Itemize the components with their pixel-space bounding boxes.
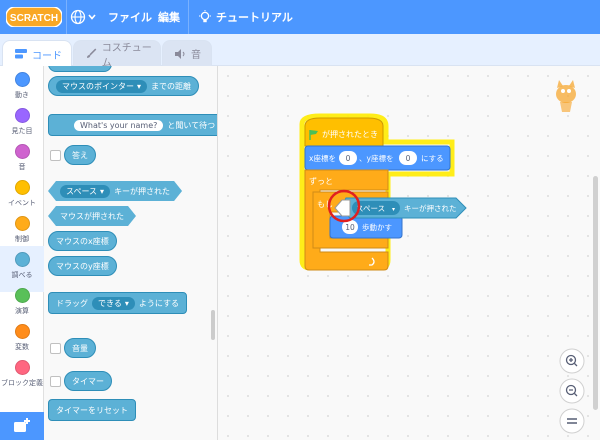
script-overlay: が押されたとき x座標を 0 、y座標を 0 にする ずっと もし 10 歩動か… xyxy=(299,80,598,434)
move-suffix: 歩動かす xyxy=(362,222,392,232)
hat-label: が押されたとき xyxy=(322,129,378,139)
workspace-scrollbar[interactable] xyxy=(593,176,598,410)
goto-suffix: にする xyxy=(421,154,444,163)
dragged-key-value: スペース xyxy=(356,204,385,213)
goto-x-label: x座標を xyxy=(309,153,336,163)
zoom-out-button[interactable] xyxy=(559,378,585,404)
chevron-down-icon: ▾ xyxy=(392,206,395,213)
zoom-reset-button[interactable] xyxy=(559,408,585,434)
goto-sep: 、y座標を xyxy=(359,153,393,163)
dragged-key-suffix: キーが押された xyxy=(404,203,457,213)
x-value: 0 xyxy=(346,154,351,163)
forever-label: ずっと xyxy=(309,176,333,186)
zoom-in-button[interactable] xyxy=(559,348,585,374)
steps-value: 10 xyxy=(345,223,355,232)
sprite-cat-icon xyxy=(556,80,576,112)
y-value: 0 xyxy=(406,154,411,163)
